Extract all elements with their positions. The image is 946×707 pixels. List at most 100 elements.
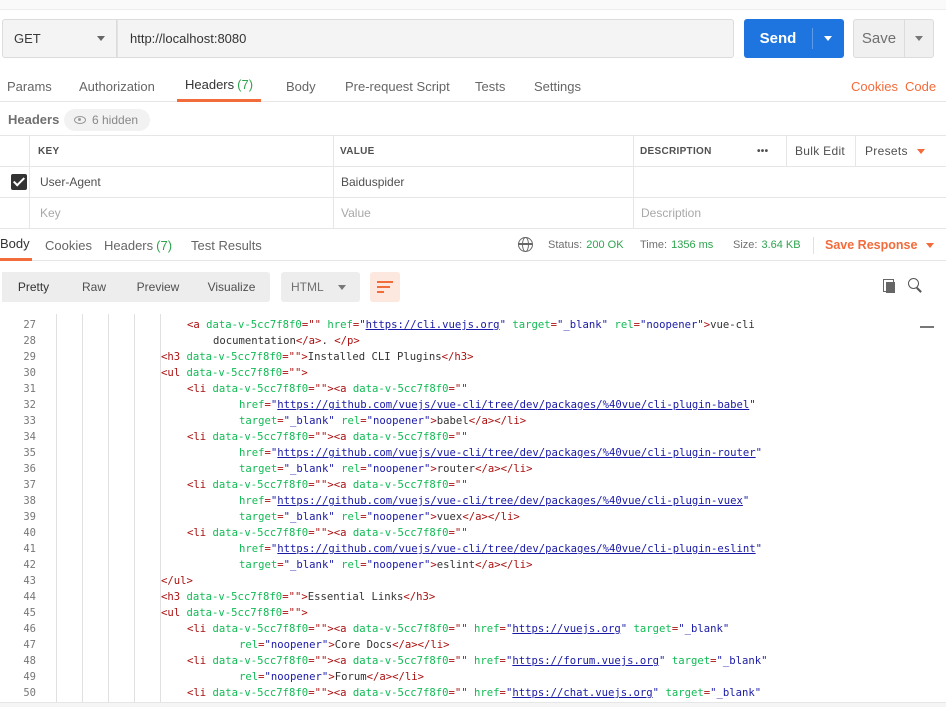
code-line: 37 <li data-v-5cc7f8f0=""><a data-v-5cc7f…: [0, 477, 930, 493]
header-enabled-checkbox[interactable]: [11, 174, 27, 190]
chevron-down-icon: [338, 285, 346, 290]
code-token: data-v-5cc7f8f0: [212, 383, 309, 395]
code-token: data-v-5cc7f8f0: [206, 319, 302, 331]
response-tab-headers[interactable]: Headers (7): [104, 229, 172, 261]
line-number: 28: [23, 335, 36, 347]
code-line: 41 href="https://github.com/vuejs/vue-cli…: [0, 541, 930, 557]
code-text: <a data-v-5cc7f8f0="" href="https://cli.…: [187, 317, 755, 333]
code-token: ="": [448, 623, 475, 635]
response-tab-body[interactable]: Body: [0, 229, 32, 261]
save-chevron-down-icon[interactable]: [915, 36, 923, 41]
tab-label: Params: [7, 78, 52, 94]
tab-label: Body: [286, 78, 316, 94]
more-options-icon[interactable]: •••: [757, 136, 768, 166]
code-token: <h3: [161, 351, 187, 363]
presets-button[interactable]: Presets: [865, 136, 925, 166]
code-token: ="">: [282, 351, 308, 363]
view-mode-pretty[interactable]: Pretty: [2, 272, 65, 302]
new-key-input[interactable]: Key: [40, 198, 61, 228]
tab-settings[interactable]: Settings: [534, 70, 581, 102]
tab-headers[interactable]: Headers (7): [177, 70, 262, 102]
tab-label: Tests: [475, 78, 506, 94]
code-token: data-v-5cc7f8f0: [186, 607, 283, 619]
column-divider: [633, 198, 634, 228]
url-input[interactable]: http://localhost:8080: [117, 19, 734, 58]
globe-icon[interactable]: [518, 237, 533, 252]
new-description-input[interactable]: Description: [641, 198, 701, 228]
code-token: =""><a: [308, 527, 353, 539]
code-token: ="": [448, 479, 468, 491]
status-label: Status:: [548, 239, 583, 251]
method-select[interactable]: GET: [2, 19, 117, 58]
bulk-edit-button[interactable]: Bulk Edit: [795, 136, 845, 166]
hidden-headers-toggle[interactable]: 6 hidden: [64, 109, 150, 131]
time-readout[interactable]: Time: 1356 ms: [640, 229, 713, 261]
code-link[interactable]: Code: [905, 70, 936, 102]
code-text: href="https://github.com/vuejs/vue-cli/t…: [239, 493, 749, 509]
save-response-button[interactable]: Save Response: [825, 229, 935, 261]
code-token: "_blank": [678, 623, 730, 635]
hidden-count: 6 hidden: [92, 113, 139, 127]
format-select[interactable]: HTML: [281, 272, 360, 302]
column-divider: [29, 198, 30, 228]
code-token: </a></li>: [366, 671, 424, 683]
response-tab-cookies[interactable]: Cookies: [45, 229, 92, 261]
code-line: 39 target="_blank" rel="noopener">vuex</a…: [0, 509, 930, 525]
code-text: <h3 data-v-5cc7f8f0="">Essential Links</…: [161, 589, 435, 605]
size-label: Size:: [733, 239, 758, 251]
send-button[interactable]: Send: [744, 19, 844, 58]
tab-body[interactable]: Body: [286, 70, 316, 102]
response-tab-test-results[interactable]: Test Results: [191, 229, 262, 261]
header-value-cell[interactable]: Baiduspider: [341, 167, 404, 197]
code-token: ="": [448, 527, 468, 539]
code-token: "noopener": [264, 671, 329, 683]
headers-subbar: Headers 6 hidden: [0, 103, 946, 136]
tab-authorization[interactable]: Authorization: [79, 70, 155, 102]
size-readout[interactable]: Size: 3.64 KB: [733, 229, 801, 261]
code-token: href: [239, 399, 265, 411]
cookies-link[interactable]: Cookies: [851, 70, 898, 102]
code-token: href: [239, 543, 265, 555]
code-token: eslint: [436, 559, 476, 571]
send-chevron-down-icon[interactable]: [824, 36, 832, 41]
code-token: target: [239, 463, 278, 475]
code-token: target: [671, 655, 711, 667]
copy-icon[interactable]: [883, 279, 896, 293]
code-text: target="_blank" rel="noopener">babel</a>…: [239, 413, 526, 429]
line-number: 39: [23, 511, 36, 523]
send-label: Send: [759, 30, 797, 47]
new-value-input[interactable]: Value: [341, 198, 371, 228]
code-token: data-v-5cc7f8f0: [186, 591, 283, 603]
table-row: User-Agent Baiduspider: [0, 167, 946, 198]
search-icon[interactable]: [908, 278, 922, 292]
code-line: 46 <li data-v-5cc7f8f0=""><a data-v-5cc7f…: [0, 621, 930, 637]
response-code-viewer[interactable]: 27 <a data-v-5cc7f8f0="" href="https://cl…: [0, 314, 946, 702]
tab-params[interactable]: Params: [7, 70, 52, 102]
code-token: "_blank": [283, 511, 335, 523]
code-token: router: [436, 463, 476, 475]
mode-label: Preview: [136, 280, 180, 294]
view-mode-visualize[interactable]: Visualize: [193, 272, 270, 302]
code-token: https://chat.vuejs.org: [512, 687, 653, 699]
code-token: data-v-5cc7f8f0: [186, 367, 283, 379]
code-token: </a></li>: [468, 415, 527, 427]
save-button[interactable]: Save: [853, 19, 934, 58]
code-token: data-v-5cc7f8f0: [212, 527, 309, 539]
column-divider: [29, 136, 30, 166]
code-token: data-v-5cc7f8f0: [212, 687, 309, 699]
code-token: vuex: [436, 511, 463, 523]
code-token: href: [474, 655, 500, 667]
header-key-cell[interactable]: User-Agent: [40, 167, 101, 197]
status-readout[interactable]: Status: 200 OK: [548, 229, 624, 261]
tab-pre-request-script[interactable]: Pre-request Script: [345, 70, 450, 102]
code-text: <li data-v-5cc7f8f0=""><a data-v-5cc7f8f…: [187, 621, 729, 637]
wrap-lines-button[interactable]: [370, 272, 400, 302]
code-token: ": [749, 399, 756, 411]
tab-tests[interactable]: Tests: [475, 70, 505, 102]
view-mode-raw[interactable]: Raw: [65, 272, 123, 302]
code-token: ": [742, 495, 750, 507]
view-mode-preview[interactable]: Preview: [123, 272, 193, 302]
code-token: rel: [239, 671, 259, 683]
line-number: 47: [23, 639, 36, 651]
code-token: target: [512, 319, 551, 331]
